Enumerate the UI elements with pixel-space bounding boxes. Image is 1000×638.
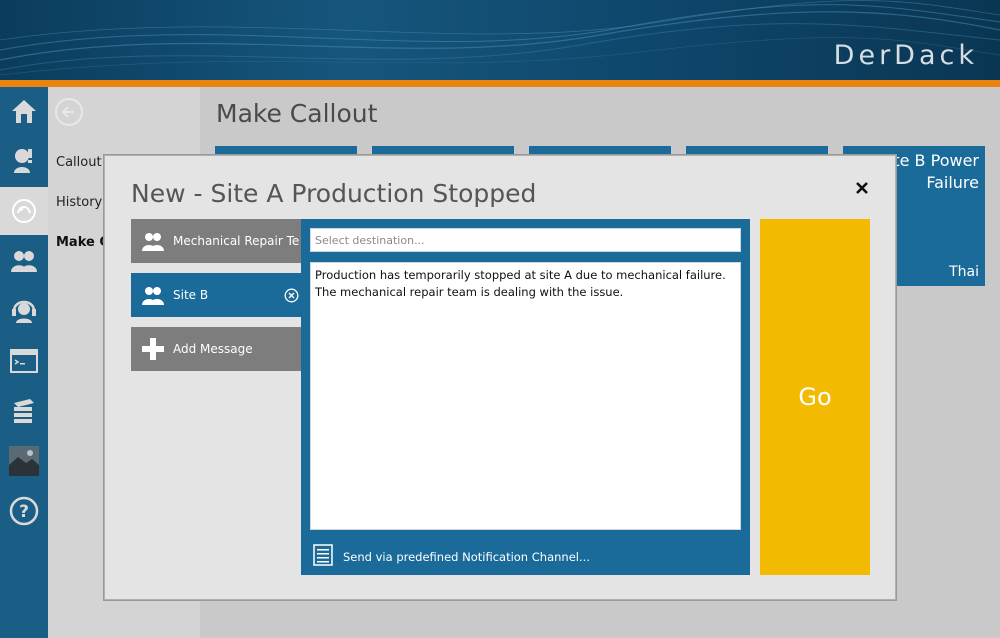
close-button[interactable] xyxy=(854,180,870,196)
message-textarea[interactable]: Production has temporarily stopped at si… xyxy=(310,262,741,530)
destination-input[interactable] xyxy=(310,228,741,252)
new-callout-dialog: New - Site A Production Stopped Mechanic… xyxy=(104,155,896,600)
page-title: Make Callout xyxy=(216,99,378,128)
rail-alerts[interactable] xyxy=(0,137,48,185)
group-icon xyxy=(139,229,167,253)
headset-icon xyxy=(12,300,36,323)
message-panel: Production has temporarily stopped at si… xyxy=(301,219,750,575)
photo-icon xyxy=(9,446,39,476)
recipient-site-b[interactable]: Site B xyxy=(131,273,301,317)
close-icon xyxy=(856,182,868,194)
help-icon: ? xyxy=(9,496,39,526)
svg-text:?: ? xyxy=(19,502,29,522)
arrow-left-icon xyxy=(61,106,74,118)
recipient-mechanical-repair[interactable]: Mechanical Repair Te xyxy=(131,219,301,263)
list-icon xyxy=(313,544,333,569)
console-icon xyxy=(10,349,38,373)
notification-channel-link[interactable]: Send via predefined Notification Channel… xyxy=(313,544,590,569)
add-message-label: Add Message xyxy=(173,342,253,356)
group-icon xyxy=(139,283,167,307)
app-header: DerDack xyxy=(0,0,1000,80)
home-icon xyxy=(12,100,36,123)
back-button[interactable] xyxy=(55,98,83,126)
channel-label: Send via predefined Notification Channel… xyxy=(343,549,590,564)
rail-servers[interactable] xyxy=(0,387,48,435)
rail-console[interactable] xyxy=(0,337,48,385)
alert-person-icon xyxy=(14,149,32,173)
go-button[interactable]: Go xyxy=(760,219,870,575)
server-icon xyxy=(14,399,34,423)
dialog-title: New - Site A Production Stopped xyxy=(131,179,537,208)
left-rail: ? xyxy=(0,87,48,638)
people-icon xyxy=(11,251,37,272)
rail-people[interactable] xyxy=(0,237,48,285)
rail-home[interactable] xyxy=(0,87,48,135)
plus-icon xyxy=(139,337,167,361)
recipient-label: Mechanical Repair Te xyxy=(173,234,300,248)
callout-icon xyxy=(12,199,36,223)
header-accent-bar xyxy=(0,80,1000,87)
recipient-label: Site B xyxy=(173,288,209,302)
remove-recipient-icon[interactable] xyxy=(284,288,299,303)
rail-support[interactable] xyxy=(0,287,48,335)
add-message-button[interactable]: Add Message xyxy=(131,327,301,371)
rail-photo[interactable] xyxy=(0,437,48,485)
rail-callout[interactable] xyxy=(0,187,48,235)
rail-help[interactable]: ? xyxy=(0,487,48,535)
tile-subtitle: Thai xyxy=(949,264,979,280)
brand-logo: DerDack xyxy=(833,40,978,71)
subnav-item-history[interactable]: History xyxy=(56,195,102,210)
